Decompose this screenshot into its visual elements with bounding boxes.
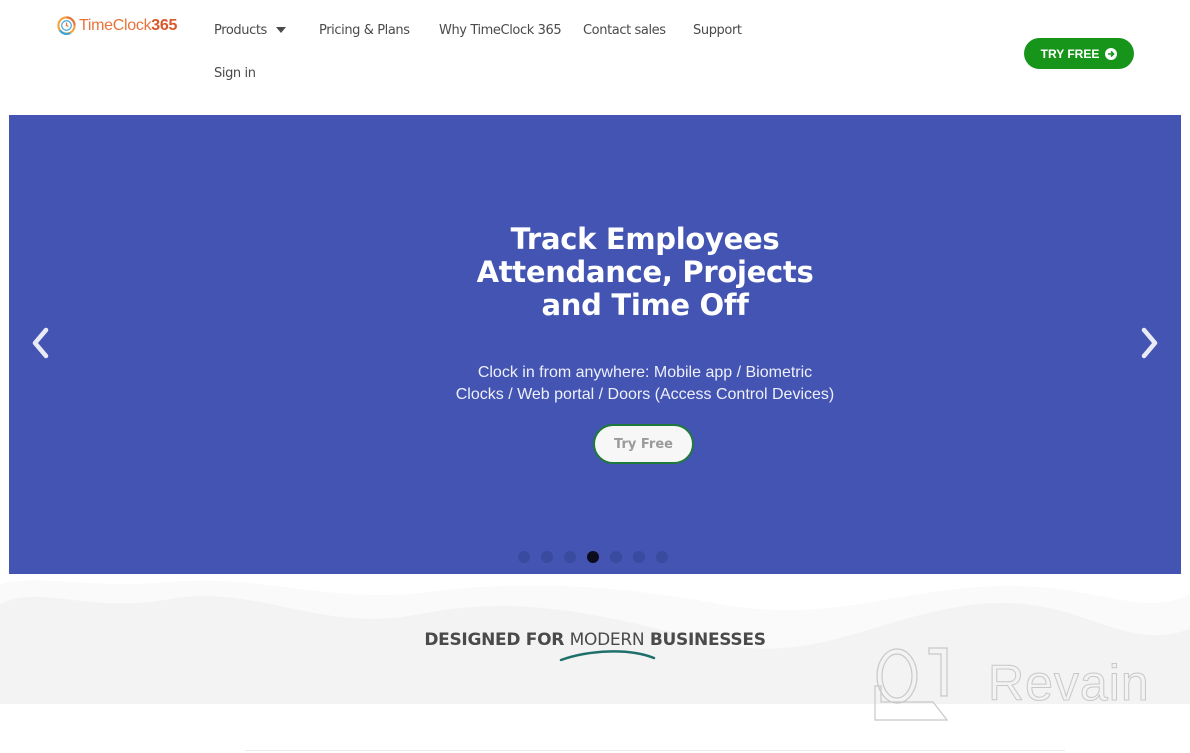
hero-try-free-button[interactable]: Try Free	[593, 424, 694, 464]
carousel-dot[interactable]	[587, 551, 599, 563]
caret-down-icon	[275, 26, 286, 33]
carousel-dot[interactable]	[518, 551, 530, 563]
nav-sign-in[interactable]: Sign in	[214, 66, 256, 81]
nav-products[interactable]: Products	[214, 23, 286, 38]
arrow-circle-right-icon	[1105, 47, 1118, 60]
nav-pricing-plans[interactable]: Pricing & Plans	[319, 23, 410, 38]
divider	[245, 750, 1065, 751]
hero-subtitle-line: Clock in from anywhere: Mobile app / Bio…	[477, 364, 813, 381]
title-underline-swoosh	[559, 650, 656, 662]
clock-logo-icon	[57, 16, 76, 35]
carousel-dot[interactable]	[541, 551, 553, 563]
hero-subtitle: Clock in from anywhere: Mobile app / Bio…	[9, 362, 1181, 406]
hero-carousel: Track Employees Attendance, Projects and…	[9, 115, 1181, 574]
carousel-dot[interactable]	[610, 551, 622, 563]
revain-watermark: Revain	[873, 646, 1173, 730]
hero-title: Track Employees Attendance, Projects and…	[9, 223, 1181, 322]
title-part: MODERN	[569, 630, 645, 650]
logo-text: TimeClock365	[79, 16, 178, 34]
carousel-dot[interactable]	[656, 551, 668, 563]
logo[interactable]: TimeClock365	[57, 16, 177, 35]
title-part: BUSINESSES	[644, 630, 766, 650]
carousel-prev-button[interactable]	[20, 323, 60, 363]
nav-contact-sales[interactable]: Contact sales	[583, 23, 666, 38]
carousel-dot[interactable]	[564, 551, 576, 563]
hero-title-line: Track Employees	[510, 222, 780, 256]
hero-title-line: Attendance, Projects	[476, 255, 814, 289]
revain-text: Revain	[988, 655, 1150, 712]
nav-support[interactable]: Support	[693, 23, 742, 38]
carousel-dot[interactable]	[633, 551, 645, 563]
site-header: TimeClock365 Products Pricing & Plans Wh…	[0, 0, 1190, 115]
carousel-next-button[interactable]	[1130, 323, 1170, 363]
chevron-right-icon	[1141, 327, 1158, 359]
chevron-left-icon	[32, 327, 49, 359]
try-free-label: TRY FREE	[1040, 46, 1100, 61]
title-part: DESIGNED FOR	[424, 630, 570, 650]
hero-subtitle-line: Clocks / Web portal / Doors (Access Cont…	[455, 386, 835, 403]
hero-title-line: and Time Off	[541, 288, 749, 322]
try-free-button[interactable]: TRY FREE	[1024, 38, 1134, 69]
nav-why-timeclock[interactable]: Why TimeClock 365	[439, 23, 562, 38]
carousel-indicators	[518, 551, 668, 563]
